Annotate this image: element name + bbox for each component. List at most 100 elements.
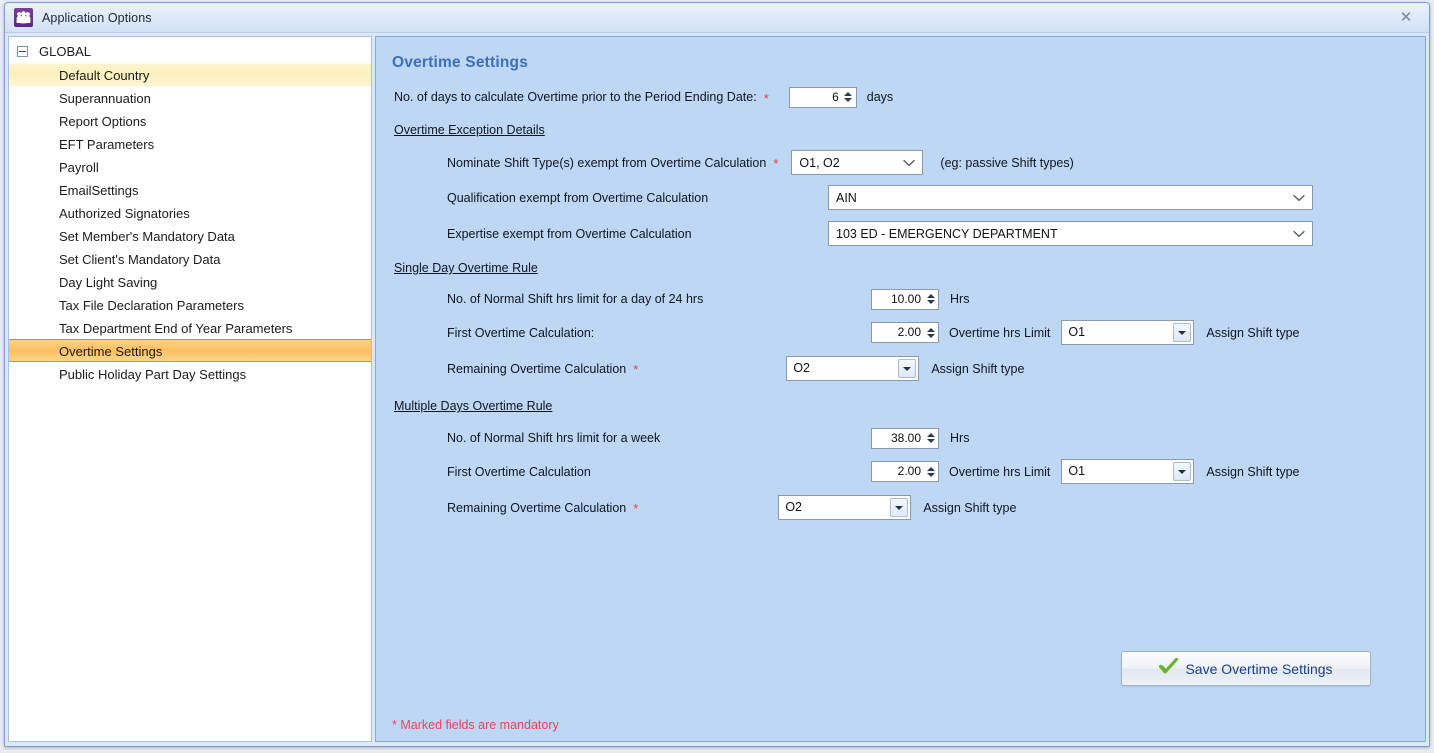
spinner-down-icon[interactable] xyxy=(926,472,935,477)
chevron-down-icon[interactable] xyxy=(1292,194,1306,202)
multiple-days-heading: Multiple Days Overtime Rule xyxy=(394,399,553,413)
sidebar-item[interactable]: Set Client's Mandatory Data xyxy=(9,247,371,270)
mandatory-fields-note: * Marked fields are mandatory xyxy=(392,718,559,732)
save-overtime-settings-button[interactable]: Save Overtime Settings xyxy=(1121,651,1371,686)
multiple-days-first-ot-row: First Overtime Calculation 2.00 Overtime… xyxy=(392,459,1409,484)
single-day-first-ot-row: First Overtime Calculation: 2.00 Overtim… xyxy=(392,320,1409,345)
multiple-days-first-ot-trailing-label: Assign Shift type xyxy=(1206,464,1300,479)
content-panel: Overtime Settings No. of days to calcula… xyxy=(375,36,1426,742)
spinner-down-icon[interactable] xyxy=(926,439,935,443)
days-value[interactable]: 6 xyxy=(790,88,843,107)
multiple-days-first-ot-mid-label: Overtime hrs Limit xyxy=(949,464,1051,479)
expertise-label: Expertise exempt from Overtime Calculati… xyxy=(447,226,692,241)
sidebar-item[interactable]: Public Holiday Part Day Settings xyxy=(9,362,371,385)
nominate-shift-label: Nominate Shift Type(s) exempt from Overt… xyxy=(447,155,767,170)
single-day-normal-hrs-spinner[interactable]: 10.00 xyxy=(871,288,939,310)
chevron-down-icon[interactable] xyxy=(902,159,916,167)
spinner-up-icon[interactable] xyxy=(844,92,853,96)
single-day-normal-hrs-value[interactable]: 10.00 xyxy=(872,290,925,309)
multiple-days-first-ot-shift-combo[interactable]: O1 xyxy=(1061,459,1195,484)
single-day-remaining-ot-shift-combo[interactable]: O2 xyxy=(786,356,920,381)
window-title: Application Options xyxy=(42,10,152,25)
title-bar: Application Options ✕ xyxy=(5,3,1429,33)
multiple-days-normal-hrs-value[interactable]: 38.00 xyxy=(872,429,925,448)
spinner-up-icon[interactable] xyxy=(926,327,935,332)
multiple-days-first-ot-spinner[interactable]: 2.00 xyxy=(871,461,939,482)
multiple-days-remaining-ot-shift-combo[interactable]: O2 xyxy=(778,495,912,520)
sidebar-item[interactable]: Set Member's Mandatory Data xyxy=(9,224,371,247)
spinner-arrows[interactable] xyxy=(925,429,938,448)
days-spinner[interactable]: 6 xyxy=(788,86,857,108)
application-options-window: Application Options ✕ GLOBAL Default Cou… xyxy=(4,2,1430,747)
single-day-first-ot-shift-value: O1 xyxy=(1068,325,1086,339)
spinner-up-icon[interactable] xyxy=(926,466,935,471)
multiple-days-normal-hrs-spinner[interactable]: 38.00 xyxy=(871,427,939,449)
multiple-days-heading-row: Multiple Days Overtime Rule xyxy=(392,395,1409,417)
qualification-value: AIN xyxy=(836,190,857,205)
qualification-combo[interactable]: AIN xyxy=(828,185,1313,210)
single-day-first-ot-spinner[interactable]: 2.00 xyxy=(871,322,939,343)
expertise-row: Expertise exempt from Overtime Calculati… xyxy=(392,221,1409,246)
nominate-shift-hint: (eg: passive Shift types) xyxy=(940,155,1074,170)
spinner-arrows[interactable] xyxy=(925,462,938,481)
single-day-first-ot-label: First Overtime Calculation: xyxy=(447,325,595,340)
single-day-first-ot-shift-combo[interactable]: O1 xyxy=(1061,320,1195,345)
single-day-normal-hrs-row: No. of Normal Shift hrs limit for a day … xyxy=(392,288,1409,310)
required-marker: * xyxy=(633,362,639,377)
exception-details-heading: Overtime Exception Details xyxy=(394,123,545,137)
page-title: Overtime Settings xyxy=(392,54,529,71)
chevron-down-icon[interactable] xyxy=(1292,230,1306,238)
spinner-down-icon[interactable] xyxy=(844,98,853,102)
sidebar-item[interactable]: Authorized Signatories xyxy=(9,201,371,224)
dropdown-arrow-icon[interactable] xyxy=(1173,323,1192,342)
sidebar-item[interactable]: Tax Department End of Year Parameters xyxy=(9,316,371,339)
multiple-days-first-ot-value[interactable]: 2.00 xyxy=(872,462,925,481)
collapse-minus-icon[interactable] xyxy=(17,46,28,57)
multiple-days-remaining-ot-trailing-label: Assign Shift type xyxy=(923,500,1017,515)
days-label: No. of days to calculate Overtime prior … xyxy=(394,90,757,104)
spinner-arrows[interactable] xyxy=(925,323,938,342)
sidebar-item[interactable]: EmailSettings xyxy=(9,178,371,201)
multiple-days-first-ot-label: First Overtime Calculation xyxy=(447,464,591,479)
single-day-first-ot-value[interactable]: 2.00 xyxy=(872,323,925,342)
nominate-shift-combo[interactable]: O1, O2 xyxy=(791,150,924,175)
spinner-arrows[interactable] xyxy=(925,290,938,309)
single-day-remaining-ot-row: Remaining Overtime Calculation * O2 Assi… xyxy=(392,356,1409,381)
sidebar-item[interactable]: Tax File Declaration Parameters xyxy=(9,293,371,316)
single-day-remaining-ot-label: Remaining Overtime Calculation xyxy=(447,361,627,376)
green-check-icon xyxy=(1159,657,1179,679)
sidebar-item[interactable]: Day Light Saving xyxy=(9,270,371,293)
close-icon[interactable]: ✕ xyxy=(1393,6,1419,28)
spinner-up-icon[interactable] xyxy=(926,433,935,437)
required-marker: * xyxy=(763,90,769,106)
single-day-normal-hrs-label: No. of Normal Shift hrs limit for a day … xyxy=(447,292,704,306)
save-button-label: Save Overtime Settings xyxy=(1185,660,1333,677)
spinner-down-icon[interactable] xyxy=(926,333,935,338)
dropdown-arrow-icon[interactable] xyxy=(898,359,917,378)
qualification-row: Qualification exempt from Overtime Calcu… xyxy=(392,185,1409,210)
multiple-days-normal-hrs-row: No. of Normal Shift hrs limit for a week… xyxy=(392,427,1409,449)
spinner-up-icon[interactable] xyxy=(926,294,935,298)
nominate-shift-row: Nominate Shift Type(s) exempt from Overt… xyxy=(392,150,1409,175)
tree-root-global[interactable]: GLOBAL xyxy=(9,40,371,63)
sidebar-item[interactable]: Default Country xyxy=(9,63,371,86)
dropdown-arrow-icon[interactable] xyxy=(890,498,909,517)
expertise-value: 103 ED - EMERGENCY DEPARTMENT xyxy=(836,226,1058,241)
sidebar-item[interactable]: Superannuation xyxy=(9,86,371,109)
spinner-down-icon[interactable] xyxy=(926,300,935,304)
exception-details-heading-row: Overtime Exception Details xyxy=(392,119,1409,141)
sidebar-item[interactable]: Overtime Settings xyxy=(9,339,371,362)
sidebar-item[interactable]: Payroll xyxy=(9,155,371,178)
sidebar-item[interactable]: EFT Parameters xyxy=(9,132,371,155)
multiple-days-first-ot-shift-value: O1 xyxy=(1068,464,1086,478)
single-day-heading: Single Day Overtime Rule xyxy=(394,261,538,275)
tree-root-label: GLOBAL xyxy=(39,44,92,59)
settings-tree-sidebar[interactable]: GLOBAL Default Country Superannuation Repo… xyxy=(8,36,372,742)
single-day-first-ot-trailing-label: Assign Shift type xyxy=(1206,325,1300,340)
people-icon xyxy=(14,8,33,27)
required-marker: * xyxy=(773,156,779,171)
days-spinner-arrows[interactable] xyxy=(843,88,856,107)
sidebar-item[interactable]: Report Options xyxy=(9,109,371,132)
dropdown-arrow-icon[interactable] xyxy=(1173,462,1192,481)
expertise-combo[interactable]: 103 ED - EMERGENCY DEPARTMENT xyxy=(828,221,1313,246)
